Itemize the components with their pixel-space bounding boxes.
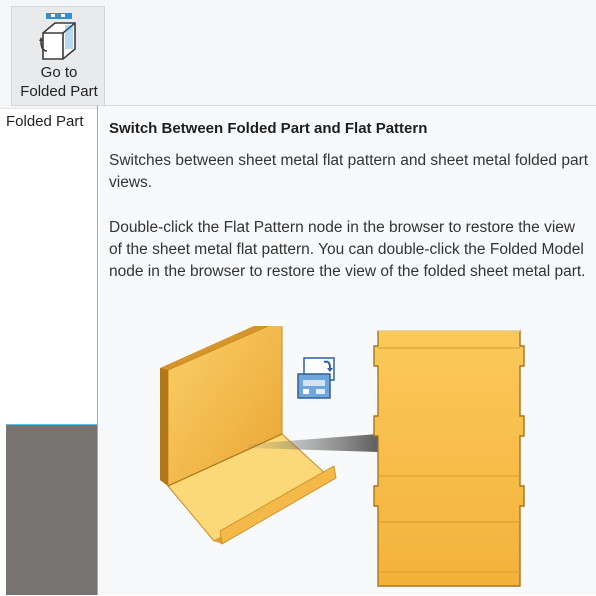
- canvas-blank-area: [0, 134, 98, 424]
- go-to-label-line2: Folded Part: [20, 83, 98, 100]
- flat-pattern-icon: [297, 357, 335, 399]
- viewport-marker-dots: [8, 452, 96, 458]
- tooltip-title: Switch Between Folded Part and Flat Patt…: [109, 120, 428, 137]
- ribbon-panel-label: Folded Part: [6, 113, 84, 130]
- go-to-folded-part-icon: [39, 13, 76, 60]
- go-to-label-line1: Go to: [40, 64, 78, 81]
- tooltip-paragraph-1: Switches between sheet metal flat patter…: [109, 152, 589, 191]
- graphics-viewport[interactable]: [6, 424, 98, 595]
- viewport-top-edge: [6, 424, 98, 425]
- tooltip-paragraph-2: Double-click the Flat Pattern node in th…: [109, 219, 586, 280]
- ribbon: Go to Folded Part: [0, 0, 596, 109]
- tooltip-illustration: [160, 326, 525, 587]
- tooltip-panel: Switch Between Folded Part and Flat Patt…: [97, 105, 596, 595]
- go-to-folded-part-label: Go to Folded Part: [12, 63, 106, 101]
- flat-pattern-sheet: [373, 330, 525, 587]
- go-to-folded-part-button[interactable]: Go to Folded Part: [11, 6, 105, 106]
